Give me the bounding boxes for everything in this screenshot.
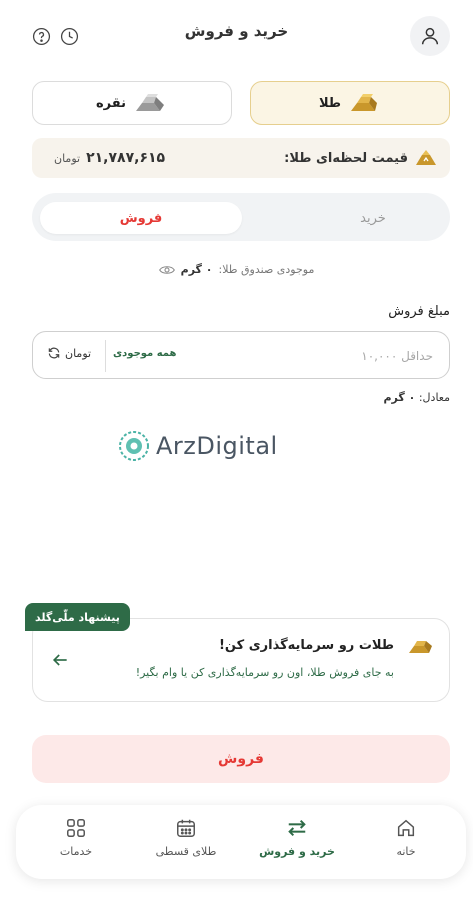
nav-item-home[interactable]: خانه bbox=[361, 817, 451, 858]
offer-description: به جای فروش طلا، اون رو سرمایه‌گذاری کن … bbox=[135, 666, 394, 679]
eye-icon[interactable] bbox=[158, 264, 175, 276]
equivalent-value: ۰ گرم bbox=[383, 391, 416, 404]
tab-gold[interactable]: طلا bbox=[250, 81, 450, 125]
gold-bars-icon bbox=[351, 94, 378, 111]
live-price-unit: تومان bbox=[54, 151, 81, 165]
arzdigital-logo-text: ArzDigital bbox=[156, 432, 278, 460]
tab-silver-label: نقره bbox=[96, 95, 126, 111]
arzdigital-logo-icon bbox=[119, 431, 149, 461]
all-balance-button[interactable]: همه موجودی bbox=[113, 348, 176, 359]
live-price-label-group: قیمت لحظه‌ای طلا: bbox=[284, 149, 438, 167]
live-price-value-group: ۲۱,۷۸۷,۶۱۵ تومان bbox=[54, 150, 165, 166]
bottom-navigation: خانه خرید و فروش طلای قسطی خدمات bbox=[16, 805, 466, 879]
gold-balance-value: ۰ گرم bbox=[180, 263, 213, 276]
nav-label-services: خدمات bbox=[59, 845, 93, 858]
live-price-label: قیمت لحظه‌ای طلا: bbox=[284, 150, 408, 166]
offer-arrow-button[interactable] bbox=[50, 650, 70, 670]
field-divider bbox=[105, 340, 106, 372]
nav-label-home: خانه bbox=[396, 845, 416, 858]
tab-gold-label: طلا bbox=[318, 95, 342, 111]
offer-badge: پیشنهاد ملّی‌گلد bbox=[25, 603, 130, 631]
amount-field: همه موجودی تومان bbox=[32, 331, 450, 380]
arzdigital-watermark: ArzDigital bbox=[118, 424, 358, 468]
home-icon bbox=[397, 819, 415, 837]
help-button[interactable] bbox=[31, 26, 51, 46]
tab-sell[interactable]: فروش bbox=[40, 202, 242, 234]
unit-label: تومان bbox=[65, 346, 92, 360]
grid-icon bbox=[67, 819, 85, 837]
amount-label: مبلغ فروش bbox=[388, 304, 450, 319]
nav-item-services[interactable]: خدمات bbox=[31, 817, 121, 858]
profile-button[interactable] bbox=[410, 16, 450, 56]
clock-icon bbox=[60, 27, 78, 45]
live-price-bar: قیمت لحظه‌ای طلا: ۲۱,۷۸۷,۶۱۵ تومان bbox=[32, 138, 450, 178]
live-price-value: ۲۱,۷۸۷,۶۱۵ bbox=[86, 150, 166, 166]
offer-title: طلات رو سرمایه‌گذاری کن! bbox=[219, 638, 394, 653]
refresh-icon bbox=[48, 347, 60, 359]
unit-switch-button[interactable]: تومان bbox=[47, 346, 91, 360]
arrow-left-icon bbox=[52, 654, 67, 666]
tab-buy[interactable]: خرید bbox=[272, 202, 473, 234]
amount-input[interactable] bbox=[191, 332, 435, 380]
nav-item-installment[interactable]: طلای قسطی bbox=[141, 817, 231, 858]
nav-item-trade[interactable]: خرید و فروش bbox=[252, 817, 342, 858]
trade-type-switch: فروش خرید bbox=[32, 193, 450, 241]
equivalent-amount: معادل: ۰ گرم bbox=[383, 391, 450, 404]
tab-silver[interactable]: نقره bbox=[32, 81, 232, 125]
gold-triangle-icon bbox=[416, 150, 436, 165]
user-icon bbox=[421, 27, 439, 45]
offer-gold-bars-icon bbox=[407, 636, 435, 660]
history-button[interactable] bbox=[59, 26, 79, 46]
help-icon bbox=[32, 27, 50, 45]
silver-bars-icon bbox=[136, 94, 164, 111]
equivalent-label: معادل: bbox=[418, 391, 450, 404]
nav-label-trade: خرید و فروش bbox=[259, 845, 335, 858]
gold-balance: موجودی صندوق طلا: ۰ گرم bbox=[0, 263, 473, 276]
sell-submit-button[interactable]: فروش bbox=[32, 735, 450, 783]
nav-label-installment: طلای قسطی bbox=[155, 845, 217, 858]
calendar-icon bbox=[177, 819, 195, 837]
gold-balance-label: موجودی صندوق طلا: bbox=[218, 263, 315, 276]
swap-icon bbox=[288, 819, 306, 837]
